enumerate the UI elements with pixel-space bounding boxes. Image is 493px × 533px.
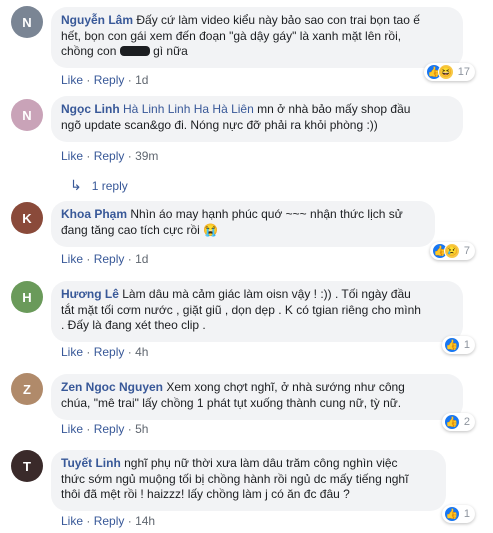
- comment-text: Đấy cứ làm video kiểu này bảo sao con tr…: [136, 13, 420, 27]
- avatar[interactable]: N: [11, 99, 43, 131]
- comment-text: thức sớm ngủ muộng tối bị chồng hành rồi…: [61, 471, 409, 486]
- like-link[interactable]: Like: [61, 252, 83, 266]
- reply-arrow-icon: ↳: [70, 177, 82, 193]
- comment-author[interactable]: Hương Lê: [61, 287, 119, 301]
- comment-bubble: Khoa Phạm Nhìn áo may hạnh phúc quớ ~~~ …: [51, 201, 435, 247]
- reaction-count: 1: [463, 508, 470, 520]
- avatar[interactable]: Z: [11, 373, 43, 405]
- reply-link[interactable]: Reply: [94, 73, 125, 87]
- sad-reaction-icon: 😢: [443, 243, 460, 259]
- reaction-count: 17: [457, 66, 470, 78]
- comment-time[interactable]: 14h: [135, 514, 155, 528]
- replies-count[interactable]: 1 reply: [92, 179, 128, 193]
- like-link[interactable]: Like: [61, 73, 83, 87]
- reply-link[interactable]: Reply: [94, 345, 125, 359]
- comment-author[interactable]: Nguyễn Lâm: [61, 13, 133, 27]
- haha-reaction-icon: 😆: [437, 64, 454, 80]
- comment-bubble: Hương Lê Làm dâu mà cảm giác làm oisn vậ…: [51, 281, 463, 342]
- comment-time[interactable]: 1d: [135, 73, 148, 87]
- like-link[interactable]: Like: [61, 149, 83, 163]
- reaction-summary[interactable]: 👍 😢 7: [429, 242, 475, 260]
- like-link[interactable]: Like: [61, 422, 83, 436]
- comment-text: nghĩ phụ nữ thời xưa làm dâu trăm công n…: [124, 456, 398, 470]
- separator: ·: [86, 252, 91, 266]
- avatar[interactable]: K: [11, 202, 43, 234]
- comment-text: Nhìn áo may hạnh phúc quớ ~~~ nhận thức …: [130, 207, 403, 221]
- separator: ·: [127, 422, 132, 436]
- reaction-count: 7: [463, 245, 470, 257]
- comment-text: mn ở nhà bảo mấy shop đầu: [257, 102, 411, 116]
- separator: ·: [86, 149, 91, 163]
- comment-text: gì nữa: [153, 44, 188, 58]
- separator: ·: [86, 514, 91, 528]
- like-reaction-icon: 👍: [443, 506, 460, 522]
- comment-time[interactable]: 1d: [135, 252, 148, 266]
- reply-link[interactable]: Reply: [94, 422, 125, 436]
- separator: ·: [86, 345, 91, 359]
- comment-actions: Like · Reply · 5h: [61, 422, 148, 436]
- comment-text: hết, bọn con gái xem đến đoạn "gà dậy gá…: [61, 28, 402, 43]
- reaction-summary[interactable]: 👍 2: [441, 413, 475, 431]
- separator: ·: [86, 73, 91, 87]
- like-link[interactable]: Like: [61, 345, 83, 359]
- like-reaction-icon: 👍: [443, 337, 460, 353]
- redaction-mark: [119, 46, 150, 56]
- comment-actions: Like · Reply · 39m: [61, 149, 158, 163]
- comment-actions: Like · Reply · 1d: [61, 252, 148, 266]
- comment-actions: Like · Reply · 4h: [61, 345, 148, 359]
- avatar[interactable]: T: [11, 450, 43, 482]
- reply-link[interactable]: Reply: [94, 149, 125, 163]
- comment-text: . Đấy là đang xét theo clip .: [61, 318, 206, 332]
- comment-time[interactable]: 5h: [135, 422, 148, 436]
- separator: ·: [127, 345, 132, 359]
- separator: ·: [127, 514, 132, 528]
- comment-text: Làm dâu mà cảm giác làm oisn vậy ! :)) .…: [122, 287, 411, 301]
- comment-text: Xem xong chợt nghĩ, ở nhà sướng như công: [166, 380, 405, 394]
- comment-text: thôi đã mệt rồi ! haizzz! lấy chồng làm …: [61, 487, 350, 501]
- reply-link[interactable]: Reply: [94, 252, 125, 266]
- comment-text: đang tăng cao tích cực rồi 😭: [61, 222, 219, 237]
- comment-bubble: Zen Ngoc Nguyen Xem xong chợt nghĩ, ở nh…: [51, 374, 463, 420]
- comment-author[interactable]: Khoa Phạm: [61, 207, 127, 221]
- comment-bubble: Ngọc Linh Hà Linh Linh Ha Hà Liên mn ở n…: [51, 96, 463, 142]
- view-replies-link[interactable]: ↳ 1 reply: [70, 177, 128, 194]
- separator: ·: [127, 73, 132, 87]
- separator: ·: [86, 422, 91, 436]
- comment-time[interactable]: 39m: [135, 149, 158, 163]
- separator: ·: [127, 149, 132, 163]
- comment-text: tắt mặt tối cơm nước , giặt giũ , dọn dẹ…: [61, 302, 421, 317]
- avatar[interactable]: H: [11, 281, 43, 313]
- comment-actions: Like · Reply · 14h: [61, 514, 155, 528]
- comment-text: ngõ update scan&go đi. Nóng nực đỡ phải …: [61, 117, 378, 132]
- like-link[interactable]: Like: [61, 514, 83, 528]
- comment-author[interactable]: Ngọc Linh: [61, 102, 120, 116]
- comment-bubble: Tuyết Linh nghĩ phụ nữ thời xưa làm dâu …: [51, 450, 446, 511]
- separator: ·: [127, 252, 132, 266]
- comment-bubble: Nguyễn Lâm Đấy cứ làm video kiểu này bảo…: [51, 7, 463, 68]
- comment-author[interactable]: Tuyết Linh: [61, 456, 121, 470]
- reaction-summary[interactable]: 👍 😆 17: [423, 63, 475, 81]
- comment-author[interactable]: Zen Ngoc Nguyen: [61, 380, 163, 394]
- comment-text: chồng con: [61, 44, 117, 58]
- reaction-count: 2: [463, 416, 470, 428]
- comment-actions: Like · Reply · 1d: [61, 73, 148, 87]
- comment-text: chúa, "mê trai" lấy chồng 1 phát tụt xuố…: [61, 395, 402, 410]
- reaction-summary[interactable]: 👍 1: [441, 505, 475, 523]
- comment-time[interactable]: 4h: [135, 345, 148, 359]
- avatar[interactable]: N: [11, 6, 43, 38]
- reaction-summary[interactable]: 👍 1: [441, 336, 475, 354]
- reaction-count: 1: [463, 339, 470, 351]
- tagged-names[interactable]: Hà Linh Linh Ha Hà Liên: [123, 102, 254, 116]
- like-reaction-icon: 👍: [443, 414, 460, 430]
- reply-link[interactable]: Reply: [94, 514, 125, 528]
